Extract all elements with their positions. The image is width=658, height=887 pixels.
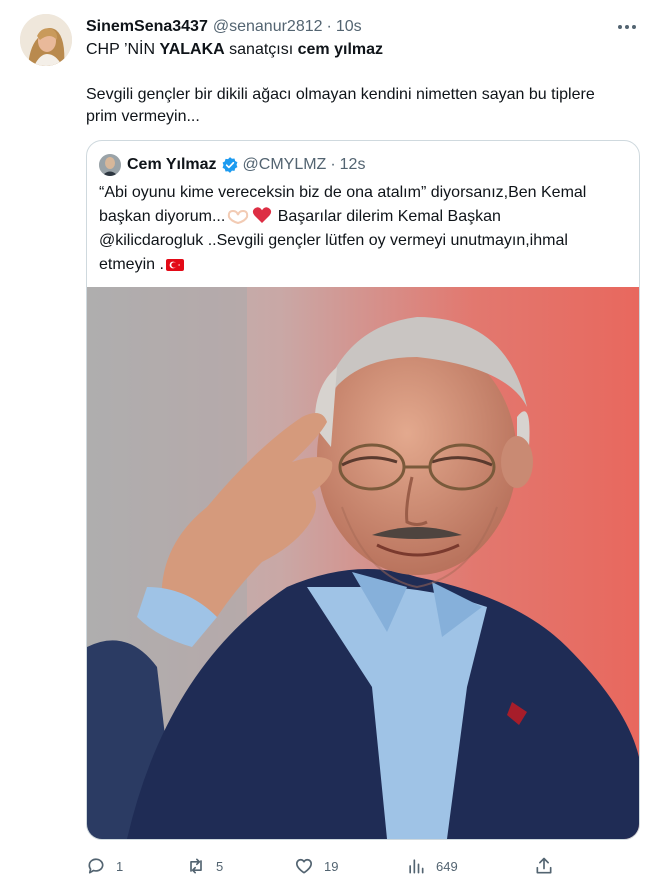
author-avatar[interactable] xyxy=(20,14,72,66)
verified-badge-icon xyxy=(222,157,237,173)
retweet-button[interactable]: 5 xyxy=(186,852,294,880)
tweet-text-d: cem yılmaz xyxy=(297,41,384,58)
quoted-separator: · xyxy=(330,156,336,173)
tweet-text-b: YALAKA xyxy=(159,41,225,58)
quoted-author-handle[interactable]: @CMYLMZ xyxy=(243,156,327,174)
tweet-text-c: sanatçısı xyxy=(224,41,298,58)
heart-hands-emoji-icon xyxy=(228,209,249,224)
quoted-line2a: başkan diyorum... xyxy=(99,208,226,225)
more-icon[interactable] xyxy=(616,18,638,36)
quoted-line1: “Abi oyunu kime vereceksin biz de ona at… xyxy=(99,184,587,201)
quoted-line2b: Başarılar dilerim Kemal Başkan xyxy=(273,208,501,225)
like-button[interactable]: 19 xyxy=(294,852,406,880)
author-name[interactable]: SinemSena3437 xyxy=(86,18,208,36)
views-count: 649 xyxy=(436,858,458,874)
tweet-text-body: Sevgili gençler bir dikili ağacı olmayan… xyxy=(86,84,641,128)
quoted-line4: etmeyin . xyxy=(99,253,629,277)
share-icon xyxy=(536,857,552,874)
header-separator: · xyxy=(326,18,332,35)
quoted-tweet[interactable]: Cem Yılmaz @CMYLMZ · 12s “Abi oyunu kime… xyxy=(86,140,640,840)
tweet-text-line2b: prim vermeyin... xyxy=(86,108,200,125)
tweet-header: SinemSena3437 @senanur2812 · 10s xyxy=(86,16,638,38)
tweet-time[interactable]: 10s xyxy=(336,18,362,36)
views-button[interactable]: 649 xyxy=(406,852,534,880)
tweet-text-a: CHP ’NİN xyxy=(86,41,160,58)
reply-button[interactable]: 1 xyxy=(86,852,186,880)
tweet-text-line2a: Sevgili gençler bir dikili ağacı olmayan… xyxy=(86,86,595,103)
retweet-icon xyxy=(190,858,202,874)
red-heart-emoji-icon xyxy=(253,207,272,223)
quoted-line3: @kilicdarogluk ..Sevgili gençler lütfen … xyxy=(99,232,568,249)
quoted-author-name[interactable]: Cem Yılmaz xyxy=(127,156,217,174)
quoted-line4-text: etmeyin . xyxy=(99,256,164,273)
quoted-photo[interactable] xyxy=(87,287,639,839)
reply-count: 1 xyxy=(116,858,124,874)
author-handle[interactable]: @senanur2812 xyxy=(213,18,323,36)
share-button[interactable] xyxy=(534,852,554,880)
quoted-header: Cem Yılmaz @CMYLMZ · 12s xyxy=(99,153,365,177)
tweet-text-line1: CHP ’NİN YALAKA sanatçısı cem yılmaz xyxy=(86,39,641,61)
quoted-avatar[interactable] xyxy=(99,154,121,176)
quoted-line2: başkan diyorum... Başarılar dilerim Kema… xyxy=(99,205,629,229)
reply-icon xyxy=(88,858,104,874)
like-icon xyxy=(295,858,313,874)
quoted-text: “Abi oyunu kime vereceksin biz de ona at… xyxy=(99,181,629,277)
turkey-flag-emoji-icon xyxy=(165,259,184,271)
views-icon xyxy=(409,859,424,874)
action-bar: 1 5 19 649 xyxy=(86,852,556,880)
retweet-count: 5 xyxy=(216,858,224,874)
like-count: 19 xyxy=(324,858,339,874)
tweet: SinemSena3437 @senanur2812 · 10s CHP ’Nİ… xyxy=(0,0,658,887)
quoted-time[interactable]: 12s xyxy=(340,156,366,174)
